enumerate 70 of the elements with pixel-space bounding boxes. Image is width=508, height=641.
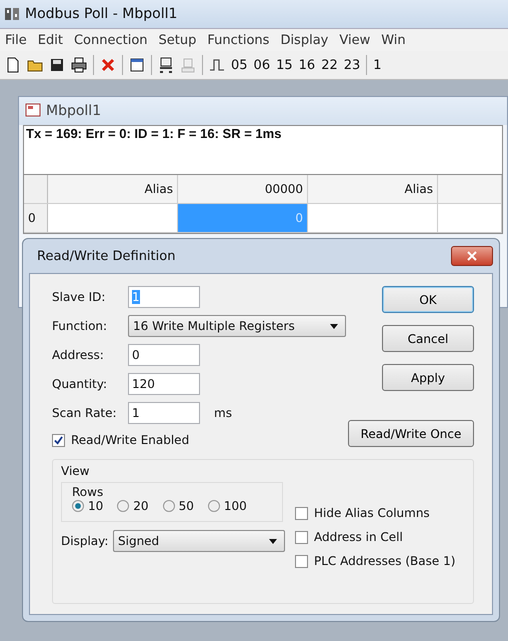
input-field[interactable]: 1 — [128, 402, 200, 424]
checkbox-label: Read/Write Enabled — [71, 433, 190, 447]
dialog-button[interactable]: Apply — [382, 364, 474, 391]
radio-button[interactable] — [162, 500, 175, 512]
radio-label: 50 — [178, 499, 194, 513]
document-icon — [25, 103, 41, 119]
group-title: View — [61, 464, 90, 478]
function-code-button[interactable]: 05 — [231, 58, 248, 72]
window-icon[interactable] — [129, 57, 145, 73]
print-icon[interactable] — [71, 57, 87, 73]
menu-item[interactable]: Functions — [207, 32, 270, 48]
close-icon — [467, 251, 477, 261]
function-code-button[interactable]: 23 — [344, 58, 360, 72]
radio-label: 10 — [88, 499, 104, 513]
menu-item[interactable]: Display — [280, 32, 328, 48]
checkbox[interactable] — [52, 434, 65, 446]
row-header: 0 — [24, 204, 48, 232]
checkbox[interactable] — [295, 506, 308, 520]
child-window-title: Mbpoll1 — [46, 103, 102, 119]
checkbox[interactable] — [295, 530, 308, 544]
function-code-button[interactable]: 15 — [276, 58, 293, 72]
field-label: Address: — [52, 348, 105, 362]
status-text: Tx = 169: Err = 0: ID = 1: F = 16: SR = 1ms — [25, 126, 282, 141]
function-code-button[interactable]: 16 — [298, 58, 316, 72]
checkbox[interactable] — [295, 554, 308, 568]
dropdown-arrow-icon — [330, 324, 338, 328]
app-icon — [4, 6, 20, 22]
radio-button[interactable] — [117, 500, 130, 512]
new-file-icon[interactable] — [5, 57, 21, 73]
radio-button[interactable] — [208, 500, 220, 512]
close-button[interactable] — [451, 246, 493, 266]
read-write-once-button[interactable]: Read/Write Once — [348, 420, 474, 447]
menu-item[interactable]: File — [5, 32, 27, 48]
menu-item[interactable]: Win — [381, 32, 406, 48]
menu-item[interactable]: Setup — [158, 32, 196, 48]
dialog-button[interactable]: Cancel — [382, 325, 474, 352]
field-label: Display: — [61, 534, 109, 548]
menu-item[interactable]: View — [339, 32, 370, 48]
field-label: Quantity: — [52, 377, 108, 391]
save-icon[interactable] — [49, 57, 65, 73]
input-field[interactable]: 0 — [128, 344, 200, 366]
unit-label: ms — [214, 406, 232, 420]
column-header[interactable]: Alias — [48, 175, 178, 203]
function-code-button[interactable]: 1 — [373, 58, 382, 72]
field-label: Function: — [52, 319, 108, 333]
input-field[interactable]: 120 — [128, 373, 200, 395]
radio-label: 100 — [224, 499, 247, 513]
connect-icon[interactable] — [158, 57, 174, 73]
menu-item[interactable]: Connection — [74, 32, 148, 48]
radio-button[interactable] — [72, 500, 84, 512]
delete-icon[interactable] — [100, 57, 116, 73]
function-dropdown[interactable]: 16 Write Multiple Registers — [128, 315, 346, 337]
field-label: Slave ID: — [52, 290, 106, 304]
dialog-title: Read/Write Definition — [37, 248, 176, 264]
checkbox-label: Address in Cell — [314, 530, 403, 544]
field-label: Scan Rate: — [52, 406, 118, 420]
display-dropdown[interactable]: Signed — [113, 530, 285, 552]
window-title: Modbus Poll - Mbpoll1 — [25, 6, 178, 22]
pulse-icon[interactable] — [209, 57, 225, 73]
column-header[interactable]: Alias — [308, 175, 438, 203]
function-code-button[interactable]: 06 — [254, 58, 270, 72]
checkbox-label: PLC Addresses (Base 1) — [314, 554, 456, 568]
checkbox-label: Hide Alias Columns — [314, 506, 430, 520]
group-title: Rows — [72, 485, 104, 499]
function-code-button[interactable]: 22 — [321, 58, 338, 72]
column-header[interactable]: 00000 — [178, 175, 308, 203]
menu-item[interactable]: Edit — [38, 32, 63, 48]
dialog-button[interactable]: OK — [382, 286, 474, 313]
radio-label: 20 — [133, 499, 149, 513]
dropdown-arrow-icon — [269, 538, 277, 544]
